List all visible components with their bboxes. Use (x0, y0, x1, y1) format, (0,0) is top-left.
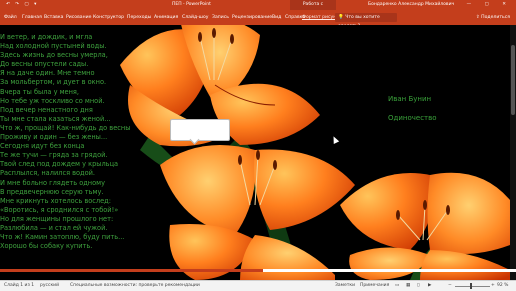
tab-review[interactable]: Рецензирование (232, 15, 272, 20)
status-bar: Слайд 1 из 1 русский Специальные возможн… (0, 280, 516, 291)
poem-line: Твой след под дождем у крыльца (0, 160, 119, 169)
lightbulb-icon: 💡 (338, 15, 344, 20)
poem-line: За мольбертом, и дует в окно. (0, 78, 107, 87)
poem-line: В предвечернюю серую тьму. (0, 187, 104, 196)
window-controls[interactable]: — ▢ ✕ (467, 0, 512, 10)
vertical-scrollbar[interactable] (510, 25, 516, 280)
right-lily (340, 172, 510, 280)
ribbon-tabs: Файл Главная Вставка Рисование Конструкт… (0, 10, 516, 29)
tab-view[interactable]: Вид (272, 15, 281, 20)
tab-insert[interactable]: Вставка (44, 15, 63, 20)
share-label: Поделиться (481, 15, 510, 20)
poem-line: Расплылся, налился водой. (0, 169, 96, 178)
search-box[interactable]: 💡 Что вы хотите сделать? (335, 13, 397, 29)
author-name[interactable]: Иван Бунин (388, 95, 431, 103)
poem-line: «Воротись, я сроднился с тобой!» (0, 205, 119, 214)
tab-design[interactable]: Конструктор (93, 15, 124, 20)
user-name[interactable]: Бондаренко Александр Михайлович (368, 0, 454, 10)
poem-line: Здесь жизнь до весны умерла, (0, 51, 108, 60)
media-progress-fill (0, 269, 264, 272)
poem-line: Ты мне стала казаться женой... (0, 114, 111, 123)
tab-home[interactable]: Главная (22, 15, 42, 20)
share-button[interactable]: ⇪ Поделиться (476, 15, 510, 20)
center-lily (160, 145, 355, 280)
slide-canvas[interactable]: И ветер, и дождик, и мгла Над холодной пу… (0, 25, 516, 280)
poem-line: Но для женщины прошлого нет: (0, 214, 114, 223)
tab-slideshow[interactable]: Слайд-шоу (182, 15, 209, 20)
tab-record[interactable]: Запись (212, 15, 229, 20)
poem-line: Те же тучи — гряда за грядой. (0, 151, 108, 160)
document-title: ПЕП - PowerPoint (172, 2, 211, 7)
poem-line: Над холодной пустыней воды. (0, 42, 107, 51)
poem-line: И ветер, и дождик, и мгла (0, 33, 93, 41)
poem-title[interactable]: Одиночество (388, 114, 437, 122)
scrollbar-thumb[interactable] (511, 45, 515, 115)
poem-line: Вчера ты была у меня, (0, 87, 79, 96)
poem-line: Разлюбила — и стал ей чужой. (0, 223, 108, 232)
media-progress-bar[interactable] (0, 269, 516, 272)
tab-file[interactable]: Файл (4, 15, 17, 20)
poem-line: Мне крикнуть хотелось вослед: (0, 196, 111, 205)
tooltip-bubble (170, 119, 230, 145)
poem-line: Сегодня идут без конца (0, 142, 85, 151)
poem-line: Что ж! Камин затоплю, буду пить... (0, 233, 125, 242)
quick-access-toolbar[interactable]: ↶ ↷ ▢ ▾ (6, 0, 38, 10)
tab-draw[interactable]: Рисование (66, 15, 91, 20)
poem-line: До весны опустели сады. (0, 60, 89, 69)
share-icon: ⇪ (475, 15, 480, 20)
poem-line: Но тебе уж тоскливо со мной. (0, 96, 105, 105)
poem-line: Под вечер ненастного дня (0, 105, 93, 114)
poem-line: Проживу и один — без жены... (0, 133, 108, 142)
poem-line: Хорошо бы собаку купить. (0, 242, 93, 251)
tab-transitions[interactable]: Переходы (127, 15, 151, 20)
poem-line: Что ж, прощай! Как-нибудь до весны (0, 123, 131, 132)
tab-animations[interactable]: Анимация (154, 15, 178, 20)
zoom-slider[interactable] (455, 285, 490, 287)
zoom-slider-thumb[interactable] (470, 283, 472, 289)
context-tab-picture-tools: Работа с рисунками (290, 0, 336, 17)
poem-line: И мне больно глядеть одному (0, 178, 106, 187)
poem-line: Я на даче один. Мне темно (0, 69, 95, 78)
title-bar: ↶ ↷ ▢ ▾ ПЕП - PowerPoint Работа с рисунк… (0, 0, 516, 17)
poem-text[interactable]: И ветер, и дождик, и мгла Над холодной пу… (0, 33, 130, 251)
